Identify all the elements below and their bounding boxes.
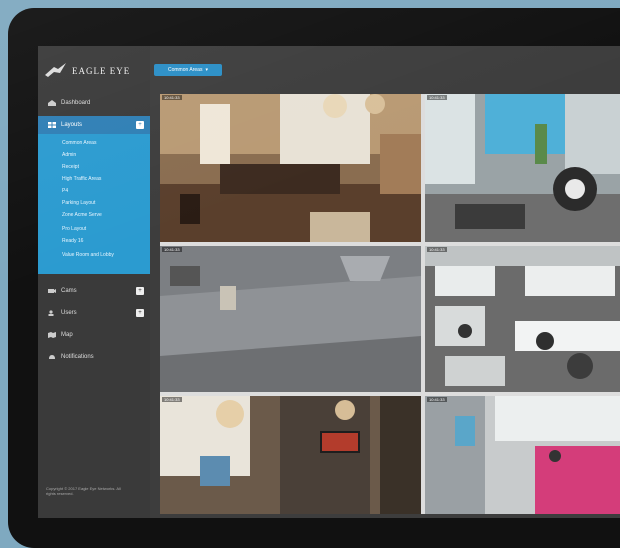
brand-name: EAGLE EYE [72, 66, 131, 76]
camera-timestamp: 10:41:33 [427, 247, 447, 252]
sidebar-item-label: Dashboard [61, 100, 91, 106]
camera-feed [160, 246, 421, 392]
camera-icon [48, 289, 56, 293]
camera-tile[interactable]: 10:41:33 [160, 396, 421, 514]
sidebar-item-cams[interactable]: Cams + [38, 282, 150, 300]
layout-link[interactable]: Receipt [62, 164, 79, 170]
add-camera-button[interactable]: + [136, 287, 144, 295]
camera-timestamp: 10:41:33 [162, 247, 182, 252]
camera-timestamp: 10:41:33 [427, 397, 447, 402]
sidebar-item-users[interactable]: Users + [38, 304, 150, 322]
layout-link[interactable]: Value Room and Lobby [62, 252, 114, 258]
eagle-icon [45, 63, 66, 77]
camera-timestamp: 10:41:33 [162, 95, 182, 100]
layout-link[interactable]: Pro Layout [62, 226, 86, 232]
sidebar-item-layouts[interactable]: Layouts + [38, 116, 150, 134]
add-user-button[interactable]: + [136, 309, 144, 317]
grid-icon [48, 122, 56, 128]
camera-feed [425, 246, 620, 392]
layout-selector-button[interactable]: Common Areas ▾ [154, 64, 222, 76]
sidebar-item-notifications[interactable]: Notifications [38, 348, 150, 366]
layout-link[interactable]: High Traffic Areas [62, 176, 101, 182]
camera-feed [425, 94, 620, 242]
camera-feed [160, 94, 421, 242]
layout-link[interactable]: Admin [62, 152, 76, 158]
users-icon [48, 310, 54, 316]
map-icon [48, 332, 56, 338]
camera-tile[interactable]: 10:41:33 [160, 246, 421, 392]
copyright-text: Copyright © 2017 Eagle Eye Networks. All… [46, 486, 121, 496]
sidebar-item-label: Layouts [61, 122, 83, 128]
camera-tile[interactable]: 10:41:33 [425, 94, 620, 242]
sidebar-item-label: Notifications [61, 354, 94, 360]
sidebar-item-map[interactable]: Map [38, 326, 150, 344]
layout-link[interactable]: Ready 16 [62, 238, 83, 244]
layout-link[interactable]: Common Areas [62, 140, 96, 146]
sidebar-item-dashboard[interactable]: Dashboard [38, 94, 150, 112]
app-screen: EAGLE EYE Dashboard Layouts + Common Are… [38, 46, 620, 518]
camera-tile[interactable]: 10:41:33 [425, 246, 620, 392]
layouts-submenu: Common Areas Admin Receipt High Traffic … [38, 134, 150, 274]
camera-feed [160, 396, 421, 514]
camera-timestamp: 10:41:33 [427, 95, 447, 100]
brand-logo[interactable]: EAGLE EYE [44, 56, 148, 86]
bell-icon [49, 355, 55, 359]
layout-link[interactable]: Zone Acme Serve [62, 212, 102, 218]
home-icon [48, 100, 56, 106]
sidebar-item-label: Map [61, 332, 73, 338]
sidebar-item-label: Users [61, 310, 77, 316]
layout-link[interactable]: P4 [62, 188, 68, 194]
camera-grid: 10:41:33 10:41:33 10:41:33 10:41:33 10:4… [160, 94, 620, 514]
chevron-down-icon: ▾ [205, 67, 208, 73]
layout-selector-label: Common Areas [168, 67, 203, 73]
layout-link[interactable]: Parking Layout [62, 200, 95, 206]
camera-timestamp: 10:41:33 [162, 397, 182, 402]
camera-feed [425, 396, 620, 514]
sidebar-item-label: Cams [61, 288, 77, 294]
sidebar: EAGLE EYE Dashboard Layouts + Common Are… [38, 46, 150, 518]
add-layout-button[interactable]: + [136, 121, 144, 129]
camera-tile[interactable]: 10:41:33 [160, 94, 421, 242]
camera-tile[interactable]: 10:41:33 [425, 396, 620, 514]
